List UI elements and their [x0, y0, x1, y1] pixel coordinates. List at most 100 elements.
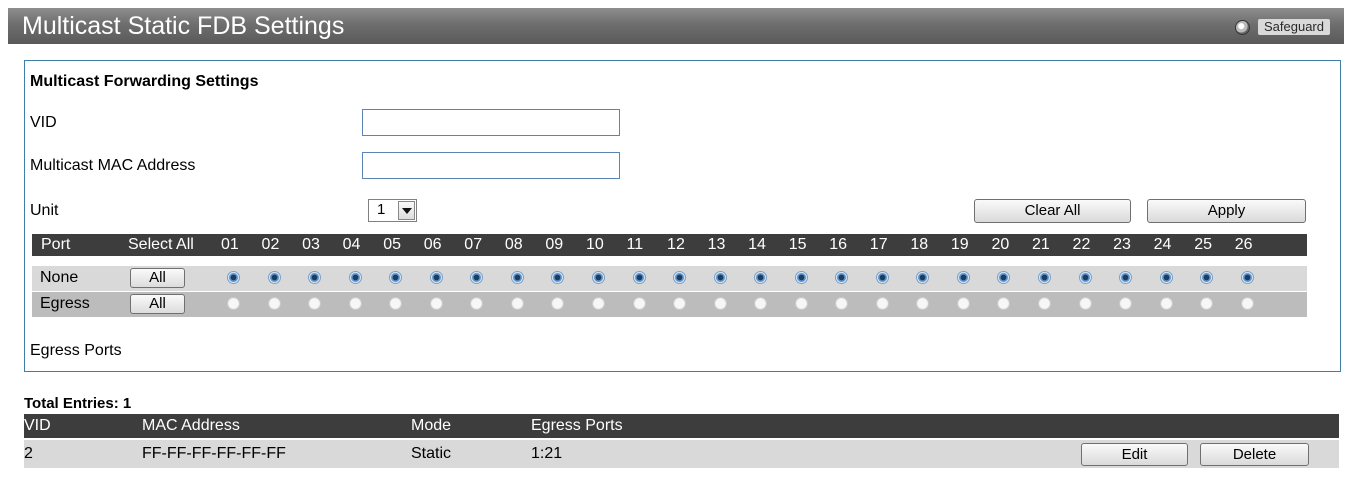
radio-none-port-03[interactable] [308, 271, 322, 284]
page-title: Multicast Static FDB Settings [22, 12, 345, 40]
radio-egress-port-01[interactable] [227, 297, 240, 310]
radio-egress-port-15[interactable] [794, 297, 808, 310]
radio-none-port-14[interactable] [754, 271, 768, 284]
radio-egress-port-06[interactable] [429, 297, 443, 310]
safeguard-status-icon [1235, 19, 1250, 35]
radio-none-port-23[interactable] [1119, 271, 1133, 284]
radio-none-port-16[interactable] [835, 271, 849, 284]
vid-input[interactable] [362, 109, 620, 136]
port-header-03: 03 [302, 236, 320, 253]
radio-egress-port-07[interactable] [470, 297, 484, 310]
radio-none-port-17[interactable] [875, 271, 889, 284]
radio-egress-port-14[interactable] [754, 297, 768, 310]
radio-none-port-26[interactable] [1240, 271, 1254, 284]
radio-egress-port-12[interactable] [673, 297, 687, 310]
radio-egress-port-09[interactable] [551, 297, 565, 310]
radio-none-port-06[interactable] [429, 271, 443, 284]
col-egress-ports: Egress Ports [531, 417, 623, 434]
egress-all-button[interactable]: All [130, 294, 185, 314]
delete-button[interactable]: Delete [1200, 443, 1309, 466]
port-header-23: 23 [1113, 236, 1131, 253]
port-header-07: 07 [464, 236, 483, 253]
radio-none-port-15[interactable] [794, 271, 808, 284]
radio-egress-port-21[interactable] [1038, 297, 1051, 310]
radio-egress-port-10[interactable] [591, 297, 605, 310]
port-header-15: 15 [788, 236, 807, 253]
radio-none-port-25[interactable] [1200, 271, 1214, 284]
radio-egress-port-03[interactable] [308, 297, 322, 310]
port-header-26: 26 [1234, 236, 1253, 253]
port-header-17: 17 [869, 236, 888, 253]
col-mac-address: MAC Address [142, 417, 240, 434]
radio-none-port-10[interactable] [591, 271, 605, 284]
port-header-13: 13 [707, 236, 726, 253]
port-header-10: 10 [585, 236, 604, 253]
radio-egress-port-11[interactable] [632, 297, 646, 310]
port-grid-header: Port Select All 01 02 03 04 05 06 07 08 09 10 11 12… [32, 234, 1307, 256]
port-header-02: 02 [261, 236, 280, 253]
port-column-header: Port [41, 236, 71, 253]
chevron-down-icon[interactable] [398, 201, 415, 220]
total-entries: Total Entries: 1 [24, 395, 132, 412]
unit-select[interactable]: 1 [368, 199, 417, 222]
radio-none-port-22[interactable] [1078, 271, 1092, 284]
port-header-09: 09 [545, 236, 564, 253]
radio-egress-port-24[interactable] [1159, 297, 1173, 310]
radio-none-port-02[interactable] [267, 271, 281, 284]
port-header-12: 12 [667, 236, 685, 253]
radio-egress-port-17[interactable] [875, 297, 889, 310]
radio-none-port-13[interactable] [713, 271, 727, 284]
clear-all-button[interactable]: Clear All [974, 199, 1131, 223]
edit-button[interactable]: Edit [1081, 443, 1188, 466]
radio-none-port-19[interactable] [956, 271, 970, 284]
port-header-08: 08 [504, 236, 523, 253]
radio-none-port-18[interactable] [916, 271, 930, 284]
multicast-forwarding-panel [24, 60, 1341, 372]
radio-none-port-09[interactable] [551, 271, 565, 284]
port-row-egress: Egress All [32, 292, 1307, 317]
port-header-04: 04 [342, 236, 361, 253]
egress-ports-label: Egress Ports [30, 342, 122, 359]
radio-none-port-11[interactable] [632, 271, 646, 284]
col-mode: Mode [411, 417, 452, 434]
cell-vid: 2 [24, 445, 33, 462]
radio-egress-port-19[interactable] [956, 297, 970, 310]
radio-none-port-05[interactable] [389, 271, 403, 284]
vid-label: VID [30, 114, 57, 131]
radio-none-port-24[interactable] [1159, 271, 1173, 284]
none-all-button[interactable]: All [130, 268, 185, 288]
radio-egress-port-05[interactable] [389, 297, 403, 310]
cell-mac-address: FF-FF-FF-FF-FF-FF [142, 445, 286, 462]
radio-none-port-08[interactable] [510, 271, 524, 284]
radio-egress-port-02[interactable] [267, 297, 281, 310]
radio-none-port-21[interactable] [1038, 271, 1051, 284]
radio-egress-port-16[interactable] [835, 297, 849, 310]
radio-egress-port-18[interactable] [916, 297, 930, 310]
radio-egress-port-13[interactable] [713, 297, 727, 310]
radio-egress-port-08[interactable] [510, 297, 524, 310]
radio-egress-port-22[interactable] [1078, 297, 1092, 310]
mac-address-input[interactable] [362, 152, 620, 179]
safeguard-label: Safeguard [1258, 19, 1330, 35]
port-header-18: 18 [910, 236, 929, 253]
fdb-table-header: VID MAC Address Mode Egress Ports [24, 414, 1339, 438]
radio-egress-port-04[interactable] [348, 297, 362, 310]
row-label-egress: Egress [40, 295, 90, 312]
radio-none-port-04[interactable] [348, 271, 362, 284]
unit-label: Unit [30, 202, 59, 219]
radio-egress-port-23[interactable] [1119, 297, 1133, 310]
apply-button[interactable]: Apply [1147, 199, 1306, 223]
cell-mode: Static [411, 445, 452, 462]
port-header-01: 01 [221, 236, 239, 253]
radio-none-port-01[interactable] [227, 271, 240, 284]
port-header-21: 21 [1032, 236, 1050, 253]
radio-egress-port-20[interactable] [997, 297, 1011, 310]
radio-none-port-20[interactable] [997, 271, 1011, 284]
select-all-column-header: Select All [128, 236, 194, 253]
radio-egress-port-25[interactable] [1200, 297, 1214, 310]
radio-egress-port-26[interactable] [1240, 297, 1254, 310]
radio-none-port-07[interactable] [470, 271, 484, 284]
port-header-25: 25 [1194, 236, 1212, 253]
section-title: Multicast Forwarding Settings [30, 73, 259, 90]
radio-none-port-12[interactable] [673, 271, 687, 284]
